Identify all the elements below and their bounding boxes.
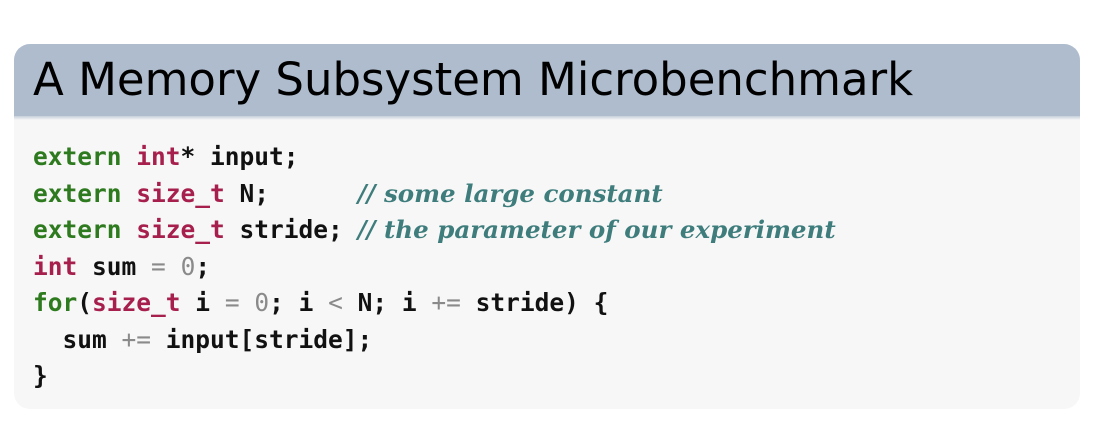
keyword-token: extern <box>33 178 122 208</box>
code-line: extern int* input; <box>33 139 836 176</box>
code-line: extern size_t N; // some large constant <box>33 176 836 213</box>
code-token: i <box>180 288 225 317</box>
code-token: ( <box>77 288 93 317</box>
code-line: for(size_t i = 0; i < N; i += stride) { <box>33 285 836 322</box>
operator-token: += <box>431 288 461 317</box>
code-listing: extern int* input; extern size_t N; // so… <box>33 139 836 395</box>
code-token: sum <box>33 324 122 354</box>
code-block: A Memory Subsystem Microbenchmark extern… <box>14 44 1080 409</box>
keyword-token: extern <box>33 142 122 171</box>
code-token: N; i <box>342 288 432 317</box>
type-token: int <box>136 142 181 171</box>
code-line: sum += input[stride]; <box>33 322 836 359</box>
type-token: size_t <box>136 215 225 244</box>
code-token: stride; <box>224 215 358 244</box>
operator-token: = <box>224 288 240 317</box>
code-token: input[stride]; <box>151 324 373 354</box>
code-line: extern size_t stride; // the parameter o… <box>33 212 836 249</box>
type-token: size_t <box>136 178 225 208</box>
code-token: N; <box>224 178 358 208</box>
code-token: sum <box>77 251 152 281</box>
operator-token: = <box>151 251 166 281</box>
comment-token: // the parameter of our experiment <box>357 215 836 244</box>
type-token: size_t <box>92 288 181 317</box>
number-token: 0 <box>180 251 196 281</box>
code-line: int sum = 0; <box>33 249 836 286</box>
code-token: ; <box>195 251 211 281</box>
comment-token: // some large constant <box>357 178 663 208</box>
slide-title: A Memory Subsystem Microbenchmark <box>33 53 914 106</box>
operator-token: += <box>121 324 152 354</box>
block-title-bar: A Memory Subsystem Microbenchmark <box>14 44 1080 120</box>
code-token: stride) { <box>460 288 609 317</box>
number-token: 0 <box>254 288 270 317</box>
code-line: } <box>33 358 836 395</box>
code-token: ; i <box>269 288 329 317</box>
code-token: } <box>33 361 48 390</box>
keyword-token: extern <box>33 215 122 244</box>
operator-token: < <box>328 288 343 317</box>
code-token: * input; <box>180 142 299 171</box>
keyword-token: for <box>33 288 78 317</box>
type-token: int <box>33 251 78 281</box>
